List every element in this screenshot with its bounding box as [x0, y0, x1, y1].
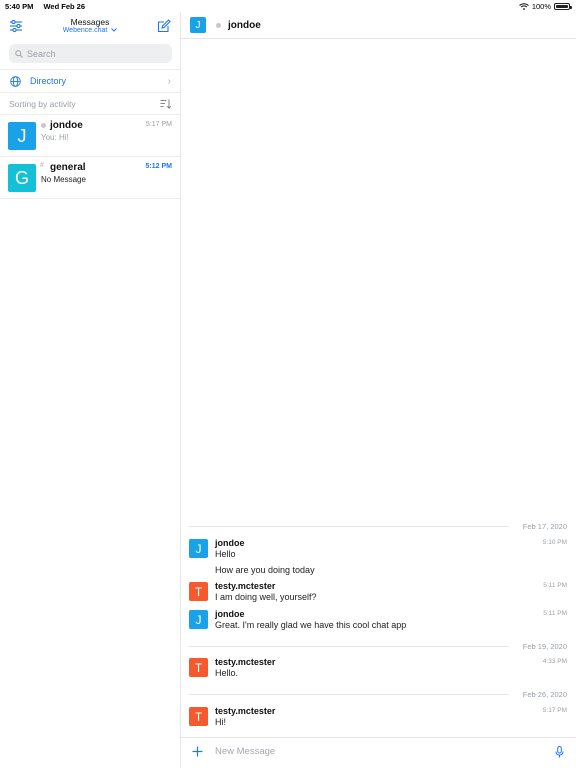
separator-date: Feb 17, 2020 — [522, 522, 567, 531]
message-author: testy.mctester — [215, 706, 276, 716]
message[interactable]: J jondoe 5:11 PM Great. I'm really glad … — [189, 609, 567, 632]
message-text: Hi! — [215, 717, 226, 727]
server-name: Webence.chat — [62, 27, 108, 34]
chevron-right-icon: › — [167, 76, 171, 87]
room-item-general[interactable]: G # general 5:12 PM No Message — [0, 157, 180, 199]
message-time: 5:11 PM — [543, 582, 567, 589]
message-composer — [181, 737, 576, 768]
message-text: Great. I'm really glad we have this cool… — [215, 620, 407, 630]
avatar: G — [8, 164, 36, 192]
sidebar-header: Messages Webence.chat — [0, 12, 180, 40]
search-input[interactable] — [27, 48, 157, 59]
sorting-label: Sorting by activity — [9, 99, 76, 109]
room-preview: No Message — [41, 175, 86, 184]
message-text: Hello. — [215, 668, 239, 678]
sidebar: Messages Webence.chat Directory › Sortin… — [0, 12, 181, 768]
message-time: 5:17 PM — [542, 707, 567, 714]
globe-icon — [10, 76, 21, 87]
search-bar[interactable] — [9, 44, 172, 63]
avatar: J — [189, 610, 208, 629]
search-icon — [15, 49, 23, 58]
message[interactable]: T testy.mctester 5:11 PM I am doing well… — [189, 581, 567, 604]
avatar: T — [189, 582, 208, 601]
server-switcher[interactable]: Webence.chat — [0, 27, 180, 34]
sort-icon — [160, 99, 171, 109]
chat-title: jondoe — [228, 20, 261, 31]
separator-line — [189, 526, 509, 527]
message-time: 4:33 PM — [542, 658, 567, 665]
date-separator: Feb 26, 2020 — [189, 690, 567, 700]
message-author: jondoe — [215, 609, 245, 619]
sorting-row[interactable]: Sorting by activity — [0, 93, 180, 115]
avatar: J — [189, 539, 208, 558]
avatar: J — [190, 17, 206, 33]
message-time: 5:11 PM — [543, 610, 567, 617]
message-text: I am doing well, yourself? — [215, 592, 317, 602]
date-separator: Feb 19, 2020 — [189, 642, 567, 652]
avatar: T — [189, 707, 208, 726]
compose-icon[interactable] — [157, 19, 171, 33]
sidebar-title: Messages — [70, 17, 110, 27]
chat-pane: J jondoe Feb 17, 2020 J jondoe 5:10 PM H… — [181, 12, 576, 768]
status-date: Wed Feb 26 — [43, 2, 85, 11]
room-time: 5:17 PM — [145, 121, 172, 128]
status-time: 5:40 PM — [5, 2, 34, 11]
microphone-icon[interactable] — [555, 746, 564, 758]
directory-label: Directory — [30, 76, 67, 86]
message-text: How are you doing today — [215, 565, 315, 575]
room-name: jondoe — [50, 120, 83, 131]
battery-percent: 100% — [531, 2, 551, 11]
avatar: J — [8, 122, 36, 150]
message[interactable]: T testy.mctester 5:17 PM Hi! — [189, 706, 567, 729]
directory-row[interactable]: Directory › — [0, 69, 180, 93]
separator-date: Feb 26, 2020 — [522, 690, 567, 699]
chat-header[interactable]: J jondoe — [181, 12, 576, 39]
message-time: 5:10 PM — [542, 539, 567, 546]
wifi-icon — [519, 3, 529, 10]
separator-date: Feb 19, 2020 — [522, 642, 567, 651]
message-input[interactable] — [215, 746, 535, 757]
status-bar: 5:40 PM Wed Feb 26 100% — [0, 0, 576, 12]
message-text: Hello — [215, 549, 236, 559]
chevron-down-icon — [111, 28, 118, 32]
message-author: jondoe — [215, 538, 245, 548]
plus-icon[interactable] — [192, 746, 203, 757]
offline-status-icon — [41, 123, 46, 128]
message-author: testy.mctester — [215, 581, 276, 591]
avatar: T — [189, 658, 208, 677]
separator-line — [189, 646, 509, 647]
message[interactable]: J jondoe 5:10 PM Hello How are you doing… — [189, 538, 567, 577]
room-time: 5:12 PM — [145, 163, 172, 170]
room-preview: You: Hi! — [41, 133, 69, 142]
message[interactable]: T testy.mctester 4:33 PM Hello. — [189, 657, 567, 680]
room-name: general — [50, 162, 86, 173]
message-author: testy.mctester — [215, 657, 276, 667]
hashtag-icon: # — [40, 162, 44, 169]
date-separator: Feb 17, 2020 — [189, 522, 567, 532]
separator-line — [189, 694, 509, 695]
room-item-jondoe[interactable]: J jondoe 5:17 PM You: Hi! — [0, 115, 180, 157]
offline-status-icon — [216, 23, 221, 28]
battery-icon — [554, 3, 572, 10]
